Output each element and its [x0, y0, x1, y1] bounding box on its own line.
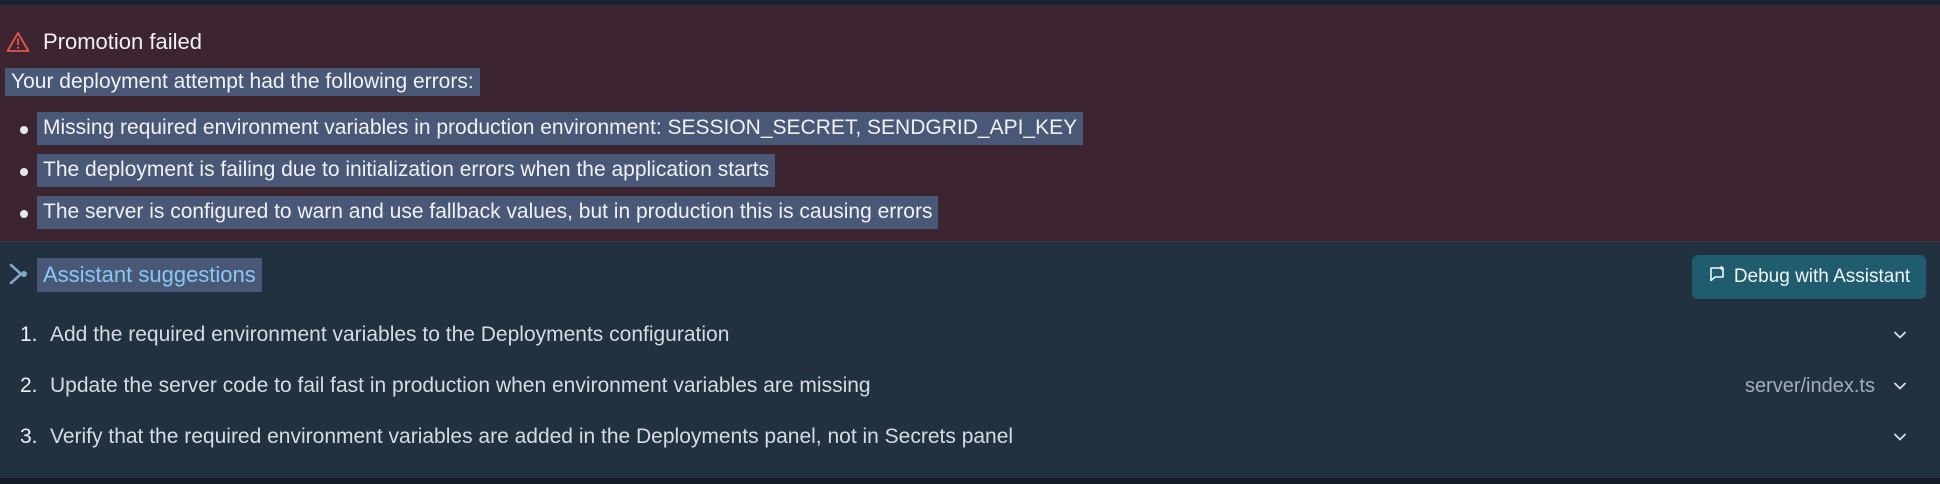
suggestion-number: 3.: [20, 425, 38, 448]
chevron-down-icon[interactable]: [1892, 327, 1908, 348]
chevron-down-icon[interactable]: [1892, 429, 1908, 450]
bullet: [20, 210, 28, 218]
debug-with-assistant-button[interactable]: Debug with Assistant: [1692, 255, 1926, 299]
assistant-panel: Assistant suggestions Debug with Assista…: [0, 242, 1940, 478]
chevron-down-icon[interactable]: [1892, 378, 1908, 399]
error-intro: Your deployment attempt had the followin…: [5, 68, 480, 96]
bullet: [20, 126, 28, 134]
suggestion-row[interactable]: 3. Verify that the required environment …: [0, 417, 1940, 457]
bullet: [20, 168, 28, 176]
bottom-strip: [0, 478, 1940, 484]
error-title: Promotion failed: [43, 29, 202, 54]
chat-icon: [1708, 265, 1726, 289]
suggestion-row[interactable]: 1. Add the required environment variable…: [0, 315, 1940, 355]
suggestion-number: 1.: [20, 323, 38, 346]
error-item-text: The deployment is failing due to initial…: [37, 154, 776, 187]
warning-icon: [6, 27, 30, 57]
error-panel: Promotion failed Your deployment attempt…: [0, 5, 1940, 242]
suggestion-number: 2.: [20, 374, 38, 397]
suggestion-text: Update the server code to fail fast in p…: [50, 374, 871, 397]
assistant-icon: [9, 262, 29, 291]
debug-button-label: Debug with Assistant: [1733, 266, 1911, 287]
suggestion-row[interactable]: 2. Update the server code to fail fast i…: [0, 366, 1940, 406]
error-item-text: The server is configured to warn and use…: [37, 196, 939, 229]
assistant-title: Assistant suggestions: [37, 258, 262, 292]
suggestion-text: Add the required environment variables t…: [50, 323, 730, 346]
suggestion-text: Verify that the required environment var…: [50, 425, 1014, 448]
error-intro-text: Your deployment attempt had the followin…: [5, 68, 480, 96]
error-item-text: Missing required environment variables i…: [37, 112, 1084, 145]
suggestion-file[interactable]: server/index.ts: [1745, 375, 1875, 398]
